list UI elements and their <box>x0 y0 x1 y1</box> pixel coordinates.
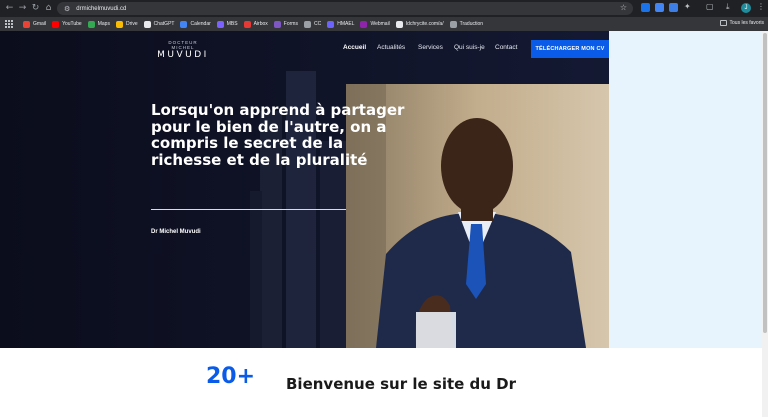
bookmark-label: Gmail <box>33 21 47 27</box>
bookmark-label: Drive <box>125 21 138 27</box>
bookmark-favicon-icon <box>243 20 251 28</box>
welcome-heading: Bienvenue sur le site du Dr <box>286 375 517 393</box>
bookmark-favicon-icon <box>449 20 457 28</box>
bookmark-favicon-icon <box>395 20 403 28</box>
site-logo[interactable]: DOCTEUR MICHEL MUVUDI <box>156 40 210 60</box>
hero-headline: Lorsqu'on apprend à partager pour le bie… <box>151 101 405 169</box>
nav-qui-suis-je[interactable]: Qui suis-je <box>454 44 485 51</box>
bookmark-label: ChatGPT <box>153 21 175 27</box>
bookmark-label: YouTube <box>62 21 82 27</box>
bookmark-item[interactable]: Drive <box>115 20 138 28</box>
reload-icon[interactable]: ↻ <box>29 2 42 15</box>
bookmark-item[interactable]: Airbox <box>243 20 268 28</box>
bookmark-label: Maps <box>97 21 110 27</box>
home-icon[interactable]: ⌂ <box>42 2 55 15</box>
bookmark-label: Traduction <box>459 21 484 27</box>
site-info-icon[interactable]: ⚙ <box>64 5 70 13</box>
apps-grid-icon[interactable] <box>5 20 13 28</box>
bookmark-favicon-icon <box>23 20 30 28</box>
bookmark-label: Forms <box>283 21 298 27</box>
scrollbar-thumb[interactable] <box>763 33 767 333</box>
headline-divider <box>151 209 346 210</box>
hero-signature: Dr Michel Muvudi <box>151 229 201 235</box>
extension-icon[interactable] <box>641 3 650 12</box>
hero-section: DOCTEUR MICHEL MUVUDI Accueil Actualités… <box>0 31 609 348</box>
bookmark-item[interactable]: Forms <box>273 20 298 28</box>
bookmark-favicon-icon <box>87 20 95 28</box>
bookmark-item[interactable]: Maps <box>87 20 110 28</box>
bookmark-favicon-icon <box>143 20 151 28</box>
extension-icon[interactable] <box>655 3 664 12</box>
extensions-puzzle-icon[interactable]: ✦ <box>684 2 691 11</box>
bookmark-label: HMAEL <box>337 21 355 27</box>
bookmark-label: Airbox <box>253 21 268 27</box>
bookmark-label: CC <box>313 21 322 27</box>
all-bookmarks-button[interactable]: Tous les favoris <box>719 20 764 26</box>
bookmark-item[interactable]: Idchrycite.com/a/ <box>395 20 444 28</box>
bookmark-favicon-icon <box>303 20 311 28</box>
bookmark-favicon-icon <box>327 20 335 28</box>
profile-avatar[interactable]: J <box>741 3 751 13</box>
bookmark-item[interactable]: ChatGPT <box>143 20 175 28</box>
bookmark-item[interactable]: Webmail <box>360 20 390 28</box>
bookmark-list: Gmail YouTube Maps Drive ChatGPT Calendar MBS A… <box>23 20 489 28</box>
extension-icon[interactable] <box>669 3 678 12</box>
side-panel <box>609 31 768 348</box>
page-scrollbar[interactable] <box>762 31 768 417</box>
city-skyline-background <box>250 71 360 348</box>
back-icon[interactable]: ← <box>3 2 16 15</box>
bookmark-item[interactable]: MBS <box>216 20 238 28</box>
stat-number: 20+ <box>206 364 256 389</box>
browser-toolbar: ← → ↻ ⌂ ⚙ drmichelmuvudi.cd ☆ ✦ ▢ ⤓ J ⋮ <box>0 0 768 17</box>
menu-kebab-icon[interactable]: ⋮ <box>757 2 765 11</box>
page-content: DOCTEUR MICHEL MUVUDI Accueil Actualités… <box>0 31 768 417</box>
all-bookmarks-label: Tous les favoris <box>729 20 764 26</box>
bookmark-item[interactable]: Calendar <box>180 20 211 28</box>
bookmark-label: Idchrycite.com/a/ <box>405 21 444 27</box>
bookmarks-bar: Gmail YouTube Maps Drive ChatGPT Calendar MBS A… <box>0 17 768 31</box>
bookmark-favicon-icon <box>180 20 188 28</box>
bookmark-item[interactable]: Gmail <box>23 20 47 28</box>
bookmark-item[interactable]: YouTube <box>52 20 82 28</box>
download-icon[interactable]: ⤓ <box>726 2 730 12</box>
bookmark-favicon-icon <box>216 20 224 28</box>
logo-subtitle: DOCTEUR MICHEL <box>168 40 198 50</box>
bookmark-item[interactable]: Traduction <box>449 20 484 28</box>
address-bar[interactable]: ⚙ drmichelmuvudi.cd ☆ <box>57 2 633 15</box>
bookmark-favicon-icon <box>360 20 368 28</box>
bookmark-favicon-icon <box>115 20 123 28</box>
folder-icon <box>719 20 727 26</box>
bookmark-label: MBS <box>226 21 238 27</box>
bookmark-item[interactable]: HMAEL <box>327 20 355 28</box>
bookmark-favicon-icon <box>52 20 60 28</box>
logo-title: MUVUDI <box>157 50 209 60</box>
bookmark-item[interactable]: CC <box>303 20 322 28</box>
url-text: drmichelmuvudi.cd <box>76 5 127 12</box>
bookmark-favicon-icon <box>273 20 281 28</box>
download-cv-button[interactable]: TÉLÉCHARGER MON CV <box>531 40 609 58</box>
nav-contact[interactable]: Contact <box>495 44 517 51</box>
bookmarks-icon[interactable]: ▢ <box>706 2 714 11</box>
bookmark-label: Webmail <box>370 21 390 27</box>
forward-icon[interactable]: → <box>16 2 29 15</box>
nav-services[interactable]: Services <box>418 44 443 51</box>
bookmark-label: Calendar <box>190 21 211 27</box>
nav-actualites[interactable]: Actualités <box>377 44 405 51</box>
nav-accueil[interactable]: Accueil <box>343 44 366 51</box>
bookmark-star-icon[interactable]: ☆ <box>620 3 627 12</box>
